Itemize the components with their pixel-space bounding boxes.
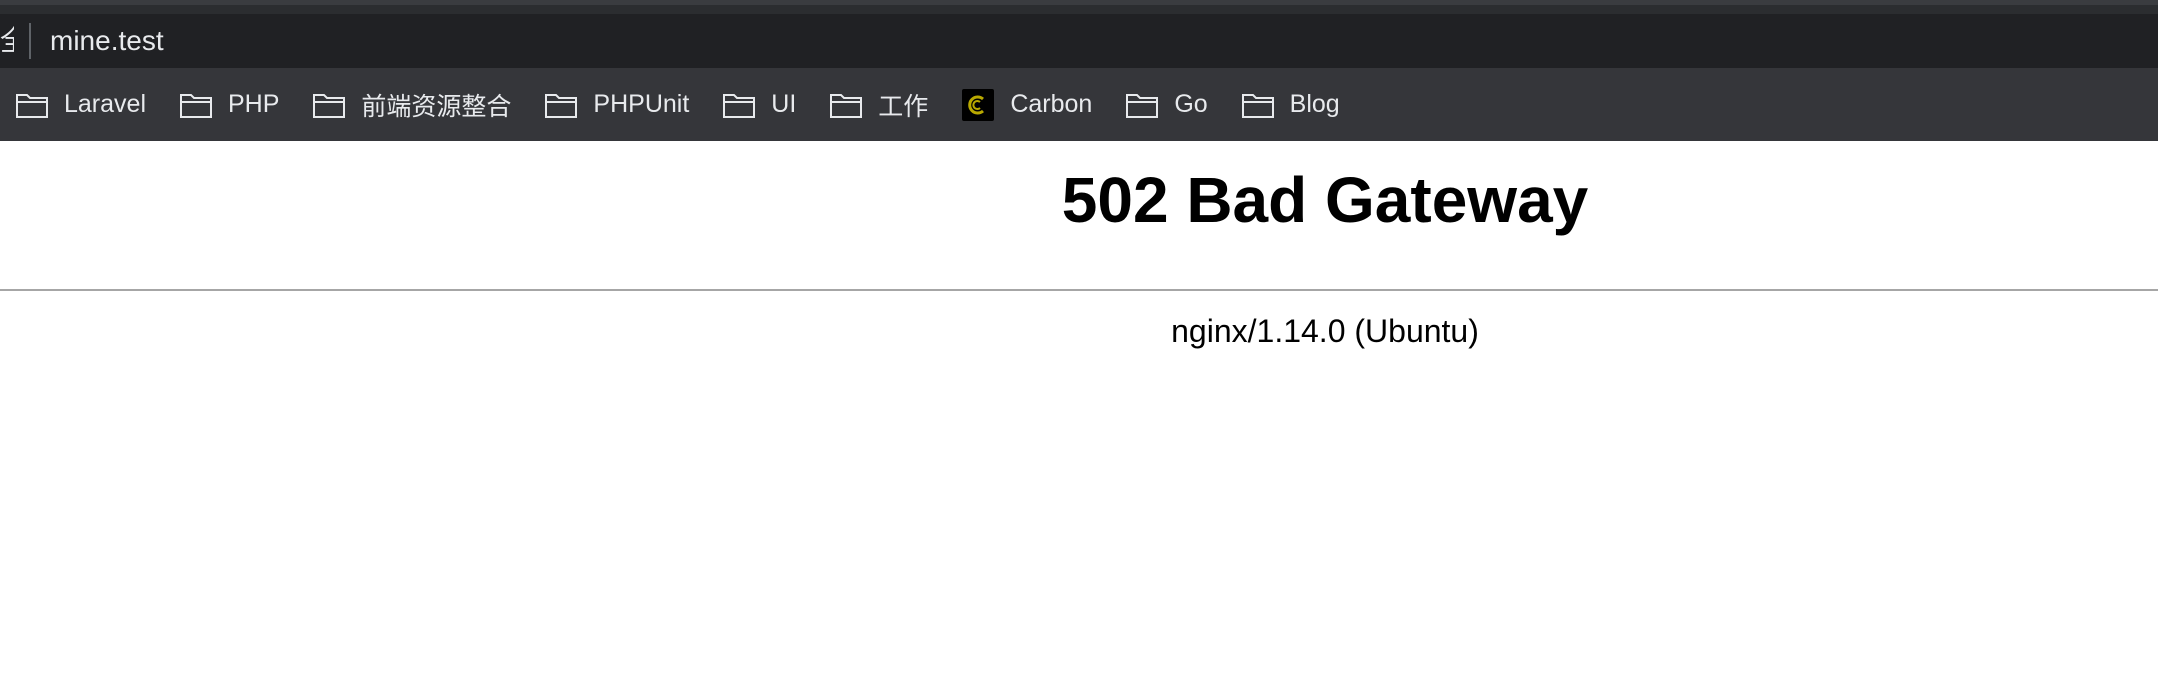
bookmark-label: Carbon [1010, 90, 1093, 118]
bookmark-phpunit[interactable]: PHPUnit [544, 81, 689, 129]
bookmarks-bar: Laravel PHP 前端资源整合 PHPUnit UI 工作 Carbon … [0, 68, 2158, 141]
folder-icon [544, 90, 578, 120]
tab-strip-edge [0, 0, 2158, 5]
bookmark-label: 工作 [878, 92, 929, 121]
bookmark-ui[interactable]: UI [722, 81, 796, 129]
bookmark-carbon[interactable]: Carbon [961, 81, 1092, 129]
security-indicator[interactable]: 全 [0, 24, 14, 58]
horizontal-rule [0, 289, 2158, 291]
window-top-strip [0, 0, 2158, 14]
folder-icon [179, 90, 213, 120]
folder-icon [15, 90, 49, 120]
folder-icon [722, 90, 756, 120]
bookmark-work[interactable]: 工作 [829, 81, 928, 129]
bookmark-label: Blog [1289, 90, 1340, 118]
page-title: 502 Bad Gateway [1061, 164, 1589, 236]
folder-icon [829, 90, 863, 120]
folder-icon [1125, 90, 1159, 120]
bookmark-php[interactable]: PHP [179, 81, 279, 129]
bookmark-blog[interactable]: Blog [1241, 81, 1340, 129]
bookmark-label: 前端资源整合 [361, 92, 512, 121]
address-separator [29, 23, 31, 59]
address-bar[interactable]: 全 mine.test [0, 14, 2158, 68]
folder-icon [1241, 90, 1275, 120]
bookmark-label: Laravel [64, 90, 146, 118]
bookmark-label: Go [1174, 90, 1208, 118]
bookmark-laravel[interactable]: Laravel [15, 81, 146, 129]
url-text[interactable]: mine.test [50, 24, 164, 58]
bookmark-label: PHP [228, 90, 280, 118]
bookmark-label: UI [771, 90, 797, 118]
bookmark-go[interactable]: Go [1125, 81, 1208, 129]
bookmark-frontend-resources[interactable]: 前端资源整合 [312, 81, 511, 129]
folder-icon [312, 90, 346, 120]
carbon-favicon-icon [961, 88, 995, 121]
server-info: nginx/1.14.0 (Ubuntu) [1171, 313, 1479, 349]
bookmark-label: PHPUnit [593, 90, 690, 118]
page-content: 502 Bad Gateway nginx/1.14.0 (Ubuntu) [0, 141, 2158, 680]
